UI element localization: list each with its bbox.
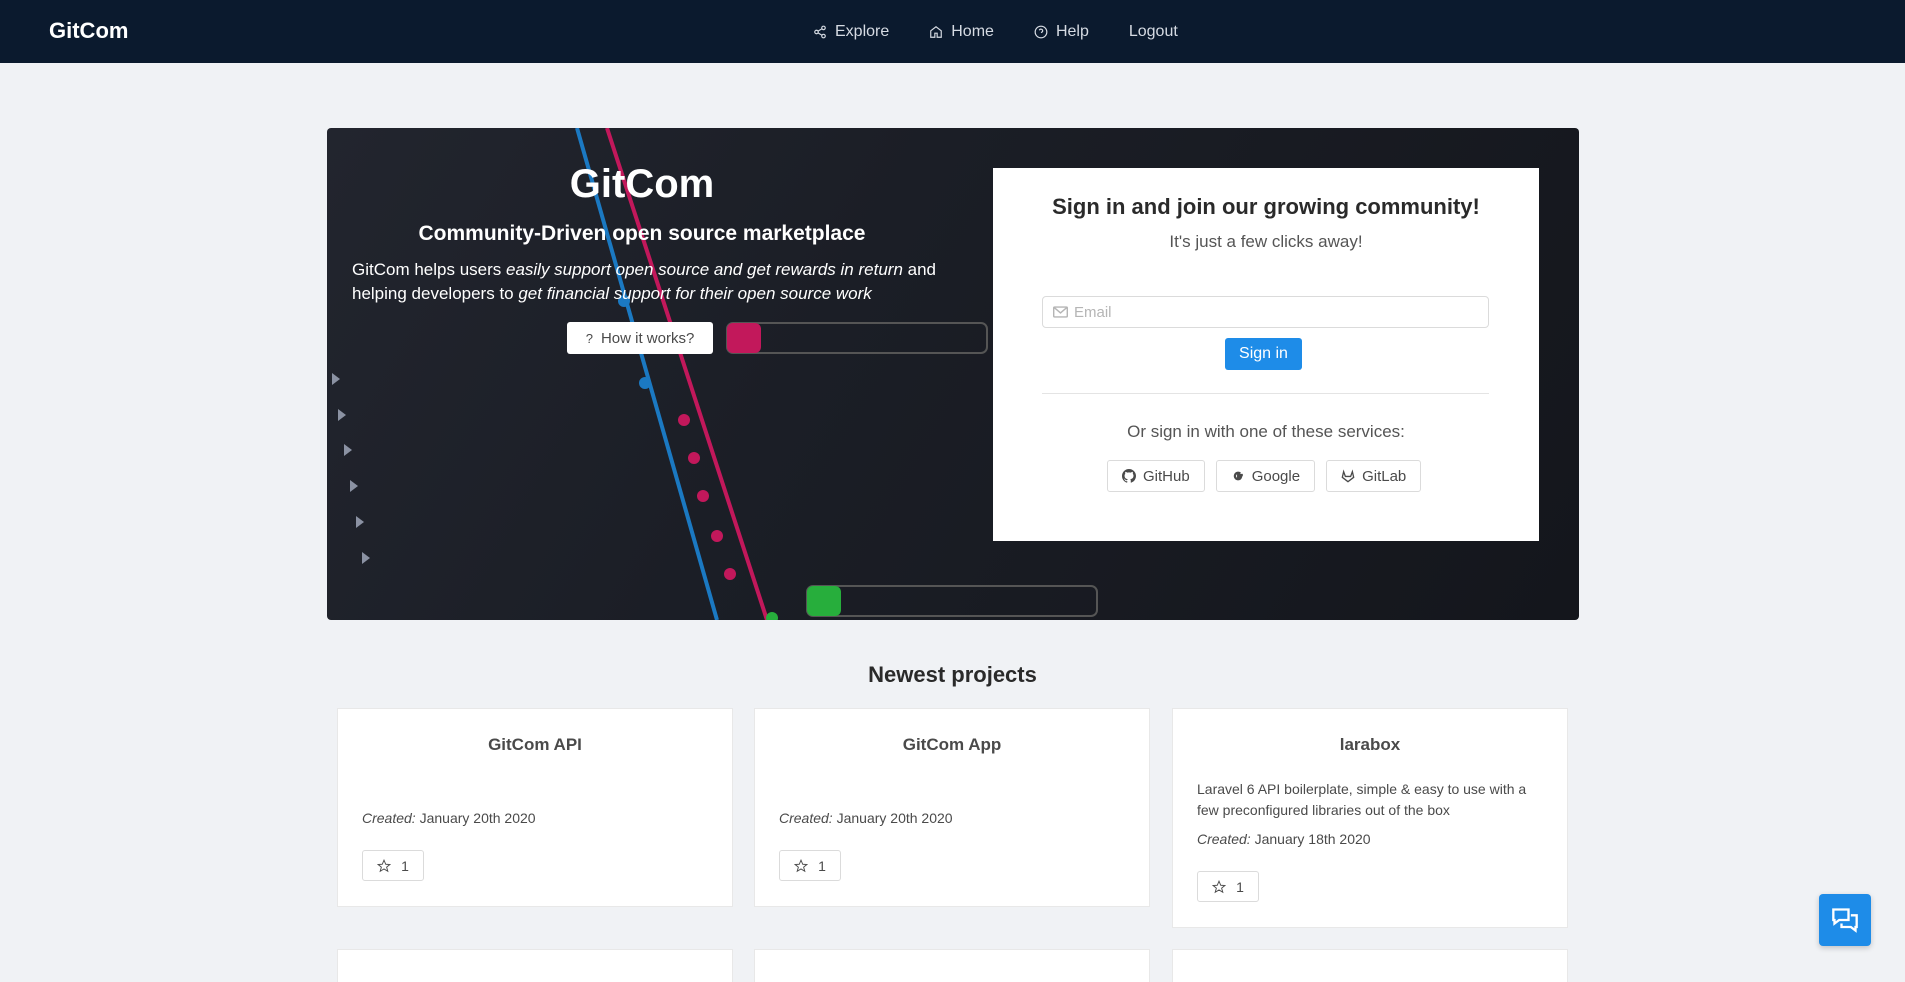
- oauth-services: GitHub Google GitLab: [1107, 460, 1422, 492]
- hero-desc-emphasis-1: easily support open source and get rewar…: [506, 260, 903, 279]
- google-label: Google: [1251, 467, 1301, 485]
- share-icon: [814, 25, 826, 38]
- hero-description: GitCom helps users easily support open s…: [352, 258, 952, 306]
- help-circle-icon: [1034, 25, 1048, 38]
- signin-button[interactable]: Sign in: [1225, 338, 1302, 370]
- project-card-partial[interactable]: [754, 949, 1150, 982]
- top-navbar: GitCom Explore Home Help Logout: [0, 0, 1905, 63]
- hero-intro: GitCom Community-Driven open source mark…: [327, 128, 957, 368]
- chat-button[interactable]: [1819, 894, 1871, 946]
- star-icon: [1212, 879, 1227, 893]
- created-date: January 18th 2020: [1254, 831, 1371, 847]
- nav-home-label: Home: [951, 22, 994, 40]
- newest-projects-title: Newest projects: [868, 662, 1037, 687]
- services-text: Or sign in with one of these services:: [1127, 422, 1405, 441]
- created-date: January 20th 2020: [419, 810, 536, 826]
- gitlab-label: GitLab: [1362, 467, 1407, 485]
- star-count: 1: [1236, 878, 1244, 895]
- nav-explore-label: Explore: [835, 22, 890, 40]
- star-icon: [794, 858, 809, 872]
- google-signin-button[interactable]: Google: [1215, 460, 1316, 492]
- signin-card: Sign in and join our growing community! …: [993, 168, 1539, 541]
- github-signin-button[interactable]: GitHub: [1107, 460, 1205, 492]
- star-count: 1: [401, 857, 409, 874]
- signin-subtitle: It's just a few clicks away!: [1169, 232, 1363, 251]
- gitlab-icon: [1341, 469, 1355, 483]
- hero-title: GitCom: [569, 162, 715, 206]
- project-card[interactable]: larabox Laravel 6 API boilerplate, simpl…: [1172, 708, 1568, 928]
- project-name[interactable]: GitCom API: [338, 735, 732, 755]
- google-icon: [1233, 471, 1243, 481]
- question-mark-icon: ?: [585, 330, 593, 346]
- brand-logo[interactable]: GitCom: [49, 18, 128, 44]
- hero-desc-part-1: GitCom helps users: [352, 260, 506, 279]
- star-count: 1: [818, 857, 826, 874]
- project-card[interactable]: GitCom App Created: January 20th 2020 1: [754, 708, 1150, 907]
- project-card-partial[interactable]: [337, 949, 733, 982]
- mail-icon: [1053, 306, 1068, 318]
- hero-subtitle: Community-Driven open source marketplace: [418, 222, 866, 245]
- created-label: Created:: [1197, 831, 1251, 847]
- divider: [1042, 393, 1489, 394]
- hero-banner: GitCom Community-Driven open source mark…: [327, 128, 1579, 620]
- created-label: Created:: [362, 810, 416, 826]
- project-created: Created: January 20th 2020: [779, 810, 953, 826]
- chat-icon: [1832, 908, 1858, 933]
- nav-home[interactable]: Home: [929, 23, 994, 41]
- project-name[interactable]: GitCom App: [755, 735, 1149, 755]
- project-card[interactable]: GitCom API Created: January 20th 2020 1: [337, 708, 733, 907]
- nav-explore[interactable]: Explore: [813, 23, 889, 41]
- created-label: Created:: [779, 810, 833, 826]
- created-date: January 20th 2020: [836, 810, 953, 826]
- nav-logout[interactable]: Logout: [1129, 23, 1178, 41]
- project-created: Created: January 20th 2020: [362, 810, 536, 826]
- nav-help[interactable]: Help: [1034, 23, 1089, 41]
- hero-desc-emphasis-2: get financial support for their open sou…: [518, 284, 872, 303]
- home-icon: [930, 25, 943, 38]
- github-icon: [1122, 469, 1136, 483]
- how-it-works-label: How it works?: [600, 329, 695, 347]
- nav-help-label: Help: [1055, 22, 1089, 40]
- nav-links: Explore Home Help Logout: [813, 0, 1178, 63]
- nav-logout-label: Logout: [1128, 22, 1178, 40]
- signin-title: Sign in and join our growing community!: [1052, 194, 1480, 219]
- project-card-partial[interactable]: [1172, 949, 1568, 982]
- project-name[interactable]: larabox: [1173, 735, 1567, 755]
- star-button[interactable]: 1: [779, 850, 841, 881]
- project-created: Created: January 18th 2020: [1197, 831, 1371, 847]
- gitlab-signin-button[interactable]: GitLab: [1326, 460, 1422, 492]
- project-description: Laravel 6 API boilerplate, simple & easy…: [1197, 781, 1527, 818]
- github-label: GitHub: [1143, 467, 1190, 485]
- star-button[interactable]: 1: [362, 850, 424, 881]
- star-icon: [377, 858, 392, 872]
- how-it-works-button[interactable]: ? How it works?: [567, 322, 713, 354]
- star-button[interactable]: 1: [1197, 871, 1259, 902]
- email-field[interactable]: [1042, 296, 1489, 328]
- email-input[interactable]: [1074, 303, 1474, 321]
